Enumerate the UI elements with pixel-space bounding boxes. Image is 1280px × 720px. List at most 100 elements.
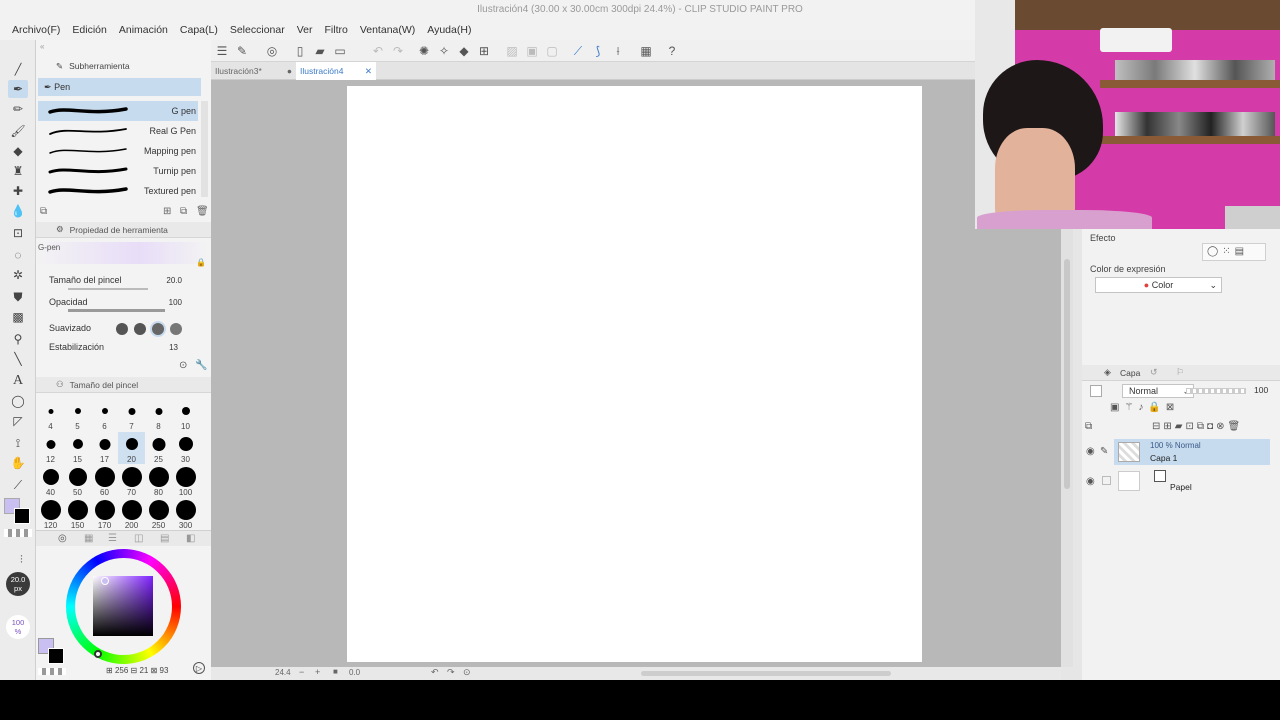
brush-size-slider[interactable]	[68, 288, 148, 290]
brush-size-option[interactable]: 5	[64, 399, 91, 431]
color-picker-cursor[interactable]	[101, 577, 109, 585]
brush-size-option[interactable]: 40	[37, 465, 64, 497]
layer-menu-icon[interactable]: ⧉	[1085, 421, 1092, 432]
canvas-paper[interactable]	[347, 86, 922, 662]
tool-property-reset-icon[interactable]: ⊙	[179, 360, 187, 371]
open-folder-icon[interactable]: ▰	[312, 43, 328, 59]
brush-g-pen[interactable]: G pen	[38, 101, 198, 121]
horizontal-scroll-thumb[interactable]	[641, 671, 891, 676]
brush-size-option[interactable]: 10	[172, 399, 199, 431]
menu-archivo[interactable]: Archivo(F)	[6, 24, 66, 36]
undo-icon[interactable]: ↶	[370, 43, 386, 59]
subtool-group-pen[interactable]: ✒ Pen	[38, 78, 161, 96]
tab-ilustracion4[interactable]: Ilustración4 ✕	[296, 62, 376, 80]
menu-filtro[interactable]: Filtro	[318, 24, 353, 36]
mask-icon[interactable]: ◘	[1207, 421, 1216, 432]
delete-layer-icon[interactable]: 🗑	[1227, 421, 1243, 432]
brush-size-option[interactable]: 150	[64, 498, 91, 530]
sub-color-swatch[interactable]	[14, 508, 30, 524]
brush-size-option[interactable]: 80	[145, 465, 172, 497]
invert-selection-icon[interactable]: ▢	[544, 43, 560, 59]
zoom-in-icon[interactable]: +	[315, 667, 320, 677]
new-vector-layer-icon[interactable]: ⊞	[1163, 421, 1174, 432]
eyedropper-tool-icon[interactable]: ⟋	[8, 476, 28, 494]
prop-opacity[interactable]: Opacidad 100	[38, 294, 208, 314]
brush-size-option[interactable]: 7	[118, 399, 145, 431]
menu-animacion[interactable]: Animación	[113, 24, 174, 36]
clip-studio-icon[interactable]: ✎	[234, 43, 250, 59]
prop-value[interactable]: 100	[169, 298, 182, 307]
brush-tool-icon[interactable]: 🖌	[8, 122, 28, 140]
brush-size-option[interactable]: 15	[64, 432, 91, 464]
smoothing-none-icon[interactable]	[116, 323, 128, 335]
reference-layer-icon[interactable]: ⚚	[1124, 402, 1138, 413]
opacity-indicator[interactable]: 100%	[6, 615, 30, 639]
clear-icon[interactable]: ✧	[436, 43, 452, 59]
panel-collapse-icon[interactable]: «	[40, 42, 44, 51]
new-raster-layer-icon[interactable]: ⊟	[1152, 421, 1163, 432]
brush-size-option[interactable]: 8	[145, 399, 172, 431]
layer-tab[interactable]: Capa	[1120, 368, 1140, 378]
gradient-tool-icon[interactable]: ▩	[8, 308, 28, 326]
rotate-left-icon[interactable]: ↶	[431, 667, 439, 678]
transfer-layer-icon[interactable]: ⊡	[1185, 421, 1196, 432]
layer-row-papel[interactable]: Papel	[1114, 469, 1270, 495]
ruler-tool-icon[interactable]: ⟟	[8, 434, 28, 452]
color-mode-toggle-icon[interactable]: ▷	[193, 662, 205, 674]
subtool-menu-icon[interactable]: ⧉	[40, 206, 47, 217]
settings-icon[interactable]: ▦	[638, 43, 654, 59]
frame-tool-icon[interactable]: ◸	[8, 412, 28, 430]
tool-settings-icon[interactable]: ⫶	[20, 554, 23, 567]
clipping-icon[interactable]: ▣	[1110, 402, 1124, 413]
crop-icon[interactable]: ▣	[524, 43, 540, 59]
zoom-value[interactable]: 24.4	[275, 668, 291, 677]
redo-icon[interactable]: ↷	[390, 43, 406, 59]
color-slider-tab-icon[interactable]: ☰	[108, 533, 117, 544]
brush-size-indicator[interactable]: 20.0 px	[6, 572, 30, 596]
new-folder-icon[interactable]: ▰	[1175, 421, 1186, 432]
magic-wand-tool-icon[interactable]: ✲	[8, 266, 28, 284]
brush-size-option[interactable]: 70	[118, 465, 145, 497]
layer-select-checkbox[interactable]	[1102, 476, 1111, 485]
brush-turnip-pen[interactable]: Turnip pen	[38, 161, 198, 181]
brush-size-option[interactable]: 6	[91, 399, 118, 431]
smoothing-strong-icon[interactable]	[170, 323, 182, 335]
menu-edicion[interactable]: Edición	[66, 24, 112, 36]
spiral-icon[interactable]: ◎	[264, 43, 280, 59]
pen-edit-icon[interactable]: ✎	[1100, 446, 1108, 457]
saturation-value-square[interactable]	[93, 576, 153, 636]
lock-layer-icon[interactable]: 🔒	[1148, 402, 1165, 413]
blend-mode-select[interactable]: Normal ⌄	[1122, 384, 1194, 398]
reset-rotation-icon[interactable]: ⊙	[463, 667, 471, 678]
snap-grid-icon[interactable]: ⟊	[610, 43, 626, 59]
zoom-out-icon[interactable]: −	[299, 667, 304, 677]
transform-icon[interactable]: ⊞	[476, 43, 492, 59]
transparent-mini-swatch[interactable]	[38, 668, 66, 675]
brush-textured-pen[interactable]: Textured pen	[38, 181, 198, 197]
expression-color-select[interactable]: ● Color ⌄	[1095, 277, 1222, 293]
brush-size-option[interactable]: 60	[91, 465, 118, 497]
save-icon[interactable]: ▭	[332, 43, 348, 59]
hue-cursor[interactable]	[94, 650, 102, 658]
history-tab-icon[interactable]: ↺	[1150, 367, 1158, 378]
apply-mask-icon[interactable]: ⊗	[1216, 421, 1227, 432]
approx-color-tab-icon[interactable]: ▤	[160, 533, 169, 544]
subtool-scrollbar[interactable]	[201, 101, 208, 197]
effect-dots-icon[interactable]: ⁙	[1222, 246, 1234, 257]
help-icon[interactable]: ?	[664, 43, 680, 59]
prop-value[interactable]: 13	[169, 343, 178, 352]
effect-stack-icon[interactable]: ▤	[1235, 246, 1248, 257]
brush-size-option[interactable]: 30	[172, 432, 199, 464]
loading-icon[interactable]: ✺	[416, 43, 432, 59]
brush-size-option[interactable]: 50	[64, 465, 91, 497]
menu-ver[interactable]: Ver	[291, 24, 319, 36]
menu-icon[interactable]: ☰	[214, 43, 230, 59]
intermediate-color-tab-icon[interactable]: ◫	[134, 533, 143, 544]
lock-icon[interactable]: 🔒	[196, 258, 206, 267]
deselect-icon[interactable]: ▨	[504, 43, 520, 59]
brush-size-option[interactable]: 12	[37, 432, 64, 464]
brush-size-option[interactable]: 17	[91, 432, 118, 464]
brush-size-option[interactable]: 120	[37, 498, 64, 530]
copy-subtool-icon[interactable]: ⊞	[163, 206, 171, 217]
brush-size-option[interactable]: 300	[172, 498, 199, 530]
